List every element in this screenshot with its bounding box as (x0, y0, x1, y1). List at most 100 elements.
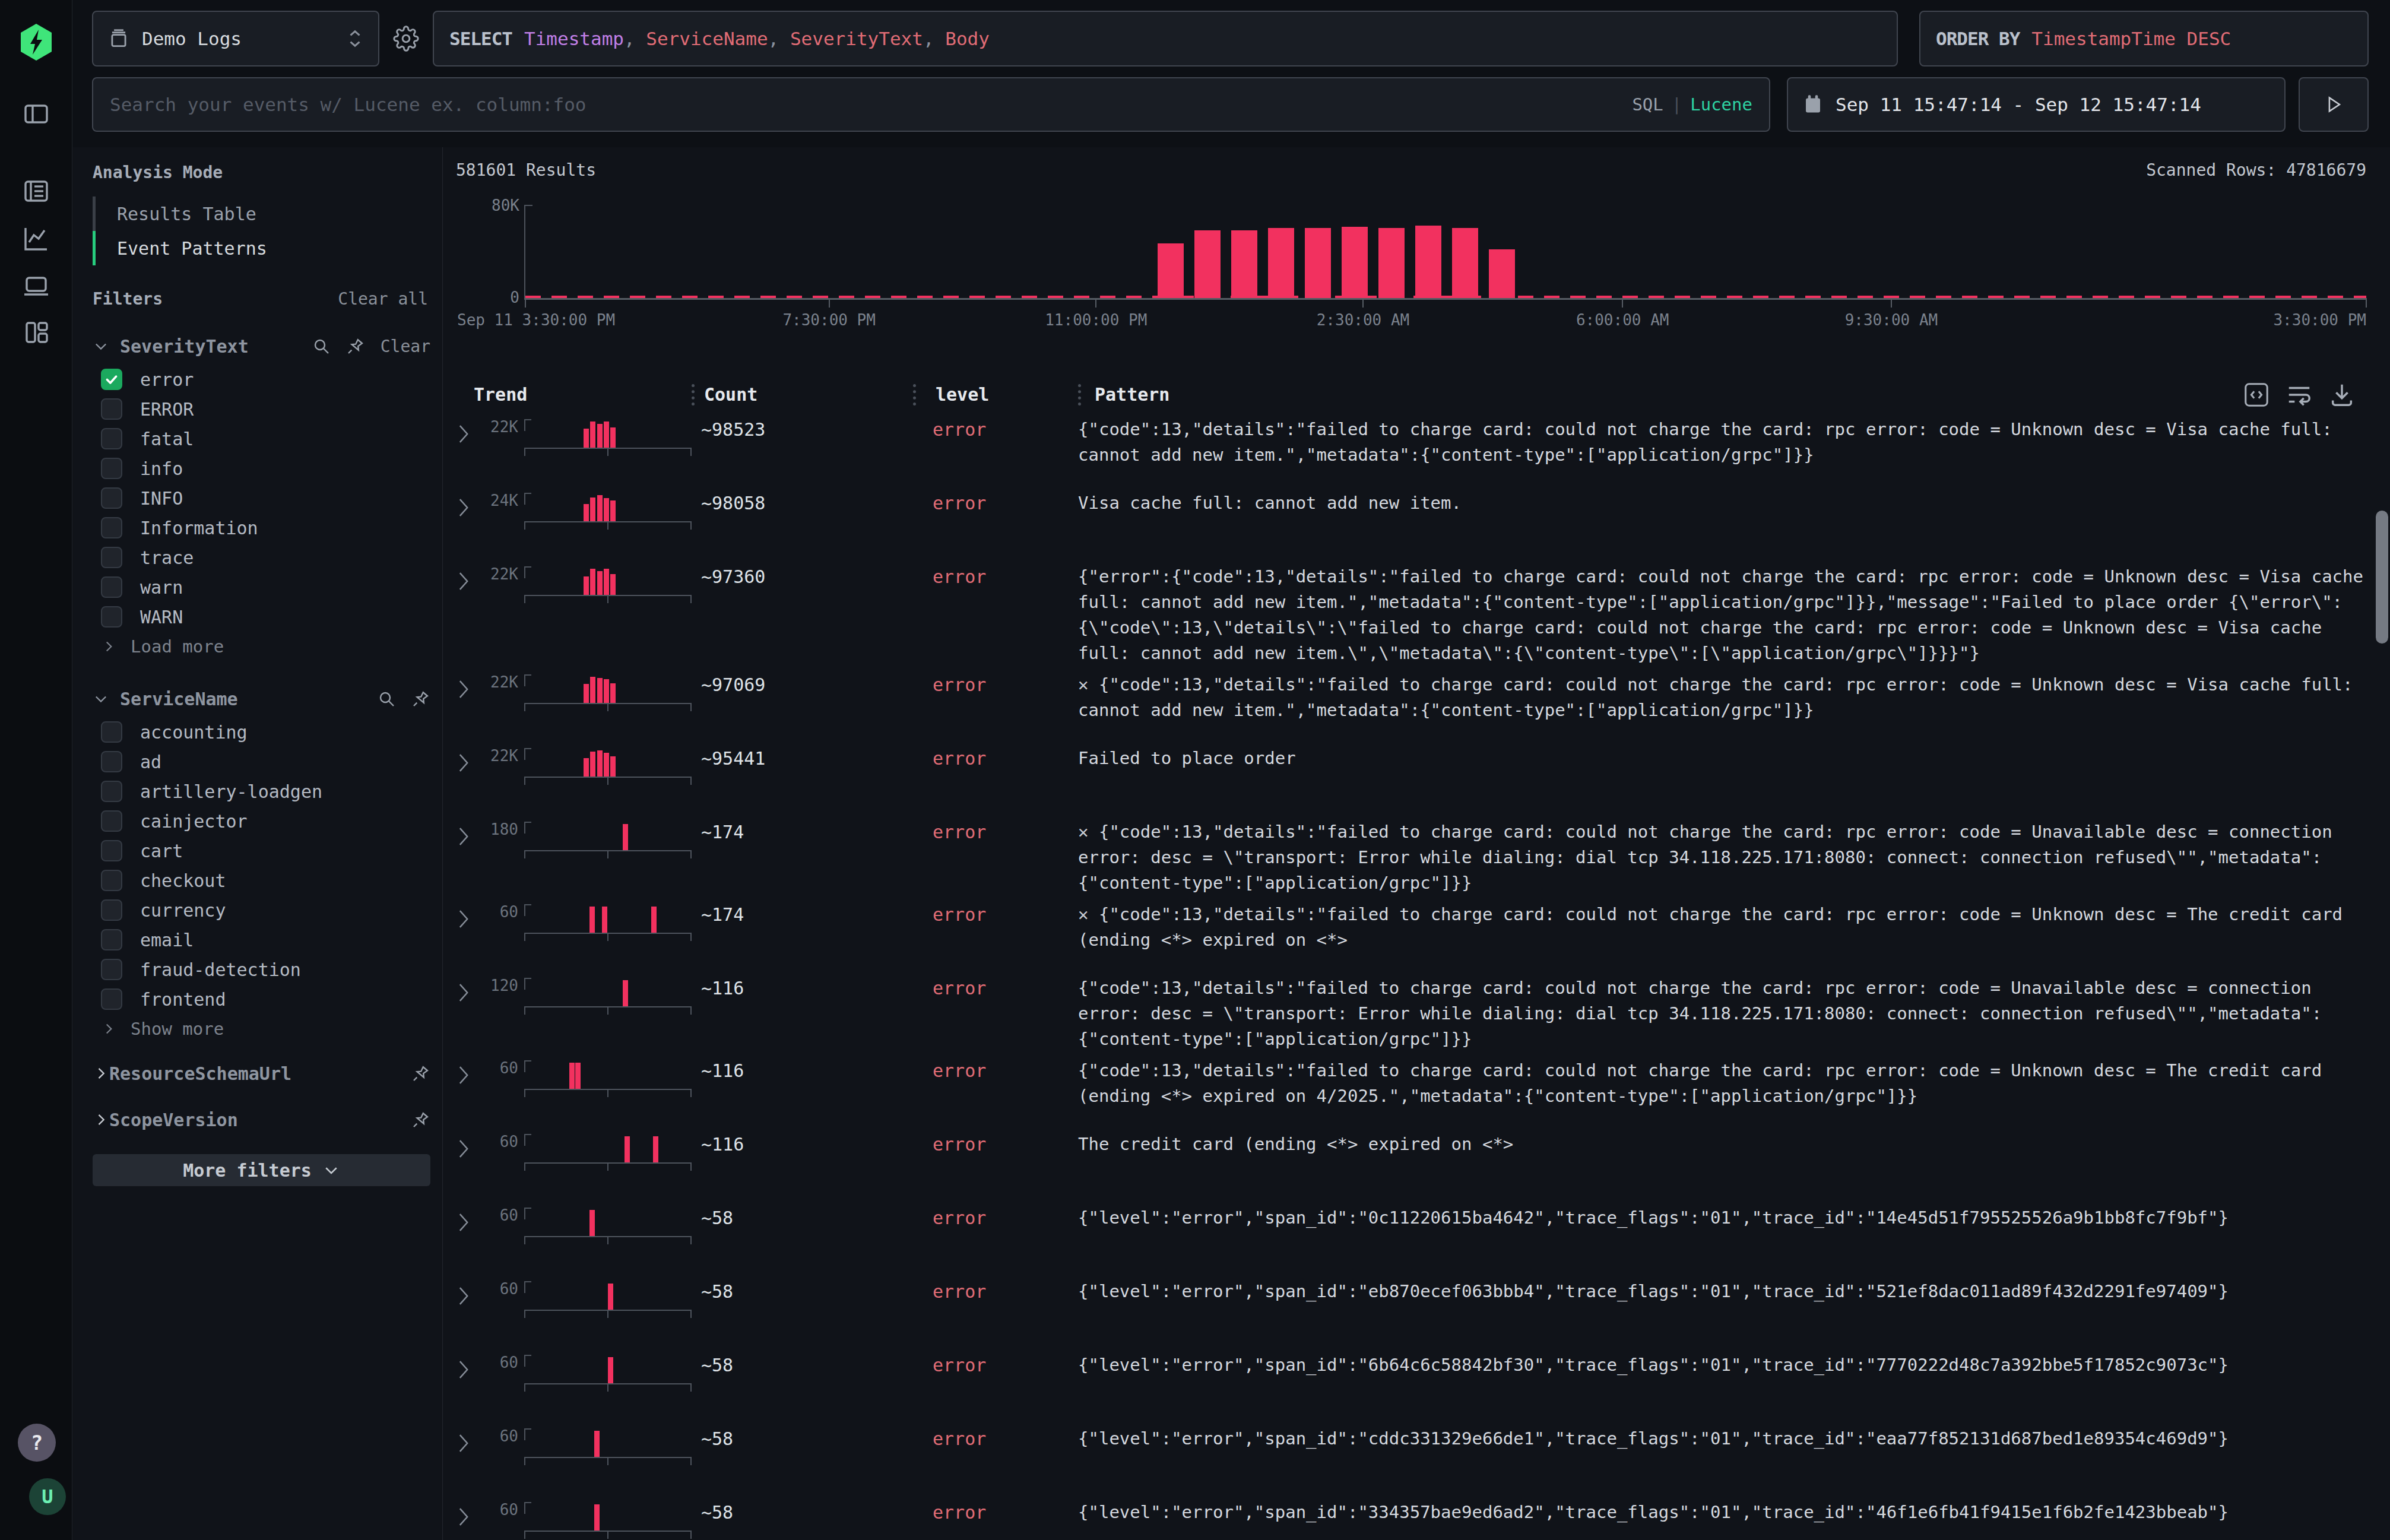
checkbox-unchecked[interactable] (101, 487, 122, 509)
source-select[interactable]: Demo Logs (92, 11, 379, 66)
filter-option-trace[interactable]: trace (93, 543, 430, 572)
filter-group-severitytext[interactable]: SeverityText Clear (93, 334, 430, 359)
search-icon[interactable] (312, 337, 331, 356)
checkbox-unchecked[interactable] (101, 810, 122, 832)
pattern-cell[interactable]: {"level":"error","span_id":"cddc331329e6… (1078, 1426, 2366, 1452)
filter-option-cainjector[interactable]: cainjector (93, 806, 430, 836)
filter-option-error[interactable]: error (93, 365, 430, 394)
checkbox-unchecked[interactable] (101, 959, 122, 980)
histogram-bar[interactable] (1305, 228, 1331, 298)
column-header-count[interactable]: Count (695, 384, 913, 405)
row-expand-chevron[interactable] (456, 564, 474, 591)
clear-all-filters[interactable]: Clear all (338, 289, 428, 309)
view-json-icon[interactable] (2243, 381, 2270, 408)
analysis-mode-option-results-table[interactable]: Results Table (93, 197, 430, 231)
pattern-row[interactable]: 60~58error{"level":"error","span_id":"eb… (456, 1273, 2366, 1346)
search-mode-sql[interactable]: SQL (1632, 94, 1663, 115)
pattern-row[interactable]: 180~174error✕ {"code":13,"details":"fail… (456, 813, 2366, 896)
pattern-row[interactable]: 60~174error✕ {"code":13,"details":"faile… (456, 896, 2366, 969)
pattern-cell[interactable]: Failed to place order (1078, 746, 2366, 771)
pin-icon[interactable] (411, 689, 430, 708)
checkbox-unchecked[interactable] (101, 781, 122, 802)
pattern-row[interactable]: 60~116errorThe credit card (ending <*> e… (456, 1126, 2366, 1199)
filter-option-accounting[interactable]: accounting (93, 717, 430, 747)
scrollbar-thumb[interactable] (2376, 511, 2388, 644)
clear-severity-filter[interactable]: Clear (381, 337, 430, 356)
pattern-cell[interactable]: {"code":13,"details":"failed to charge c… (1078, 417, 2366, 468)
row-expand-chevron[interactable] (456, 1279, 474, 1306)
checkbox-unchecked[interactable] (101, 428, 122, 449)
severity-load-more[interactable]: Load more (93, 632, 430, 661)
pattern-cell[interactable]: The credit card (ending <*> expired on <… (1078, 1132, 2366, 1157)
row-expand-chevron[interactable] (456, 1426, 474, 1453)
pin-icon[interactable] (346, 337, 365, 356)
checkbox-unchecked[interactable] (101, 398, 122, 420)
checkbox-unchecked[interactable] (101, 751, 122, 772)
search-logs-icon[interactable] (22, 177, 50, 205)
pattern-row[interactable]: 60~58error{"level":"error","span_id":"cd… (456, 1420, 2366, 1494)
service-show-more[interactable]: Show more (93, 1014, 430, 1044)
filter-option-ERROR[interactable]: ERROR (93, 394, 430, 424)
checkbox-unchecked[interactable] (101, 929, 122, 950)
pin-icon[interactable] (411, 1110, 430, 1129)
collapse-sidebar-icon[interactable] (22, 100, 50, 128)
row-expand-chevron[interactable] (456, 672, 474, 699)
filter-option-fatal[interactable]: fatal (93, 424, 430, 454)
checkbox-unchecked[interactable] (101, 606, 122, 628)
checkbox-unchecked[interactable] (101, 547, 122, 568)
pattern-cell[interactable]: {"level":"error","span_id":"6b64c6c58842… (1078, 1352, 2366, 1378)
search-mode-lucene[interactable]: Lucene (1690, 94, 1752, 115)
pattern-cell[interactable]: Visa cache full: cannot add new item. (1078, 490, 2366, 516)
filter-option-artillery-loadgen[interactable]: artillery-loadgen (93, 777, 430, 806)
checkbox-unchecked[interactable] (101, 517, 122, 538)
pattern-cell[interactable]: ✕ {"code":13,"details":"failed to charge… (1078, 819, 2366, 896)
pattern-row[interactable]: 60~116error{"code":13,"details":"failed … (456, 1052, 2366, 1126)
row-expand-chevron[interactable] (456, 1352, 474, 1380)
checkbox-unchecked[interactable] (101, 721, 122, 743)
help-button[interactable]: ? (18, 1424, 56, 1462)
pattern-row[interactable]: 120~116error{"code":13,"details":"failed… (456, 969, 2366, 1052)
filter-group-servicename[interactable]: ServiceName (93, 686, 430, 711)
sessions-icon[interactable] (22, 272, 50, 300)
avatar[interactable]: U (29, 1478, 66, 1515)
checkbox-unchecked[interactable] (101, 870, 122, 891)
filter-option-ad[interactable]: ad (93, 747, 430, 777)
dismiss-pattern-icon[interactable]: ✕ (1078, 822, 1099, 842)
column-header-level[interactable]: level (916, 384, 1078, 405)
pattern-cell[interactable]: {"level":"error","span_id":"334357bae9ed… (1078, 1500, 2366, 1525)
filter-option-INFO[interactable]: INFO (93, 483, 430, 513)
filter-option-frontend[interactable]: frontend (93, 984, 430, 1014)
run-query-button[interactable] (2299, 77, 2369, 132)
download-icon[interactable] (2328, 381, 2356, 408)
pattern-cell[interactable]: ✕ {"code":13,"details":"failed to charge… (1078, 902, 2366, 953)
pattern-cell[interactable]: {"level":"error","span_id":"eb870ecef063… (1078, 1279, 2366, 1304)
pin-icon[interactable] (411, 1064, 430, 1083)
checkbox-checked[interactable] (101, 369, 122, 390)
histogram-bar[interactable] (1194, 230, 1221, 298)
filter-option-email[interactable]: email (93, 925, 430, 955)
checkbox-unchecked[interactable] (101, 988, 122, 1010)
pattern-row[interactable]: 60~58error{"level":"error","span_id":"33… (456, 1494, 2366, 1540)
filter-option-fraud-detection[interactable]: fraud-detection (93, 955, 430, 984)
histogram-bar[interactable] (1415, 226, 1441, 298)
time-range-picker[interactable]: Sep 11 15:47:14 - Sep 12 15:47:14 (1787, 77, 2286, 132)
pattern-row[interactable]: 60~58error{"level":"error","span_id":"6b… (456, 1346, 2366, 1420)
column-header-pattern[interactable]: Pattern (1081, 384, 1169, 405)
pattern-row[interactable]: 22K~97360error{"error":{"code":13,"detai… (456, 558, 2366, 666)
row-expand-chevron[interactable] (456, 1500, 474, 1527)
histogram-bar[interactable] (1158, 243, 1184, 298)
histogram-bar[interactable] (1452, 228, 1478, 298)
hyperdx-logo[interactable] (20, 24, 53, 61)
row-expand-chevron[interactable] (456, 1132, 474, 1159)
text-wrap-icon[interactable] (2286, 381, 2313, 408)
row-expand-chevron[interactable] (456, 819, 474, 847)
histogram-bar[interactable] (1231, 230, 1257, 298)
checkbox-unchecked[interactable] (101, 840, 122, 861)
chart-explorer-icon[interactable] (22, 224, 50, 253)
search-input[interactable] (110, 94, 1632, 115)
checkbox-unchecked[interactable] (101, 576, 122, 598)
search-icon[interactable] (377, 689, 396, 708)
pattern-row[interactable]: 22K~97069error✕ {"code":13,"details":"fa… (456, 666, 2366, 740)
row-expand-chevron[interactable] (456, 1205, 474, 1232)
histogram-bar[interactable] (1268, 228, 1294, 298)
